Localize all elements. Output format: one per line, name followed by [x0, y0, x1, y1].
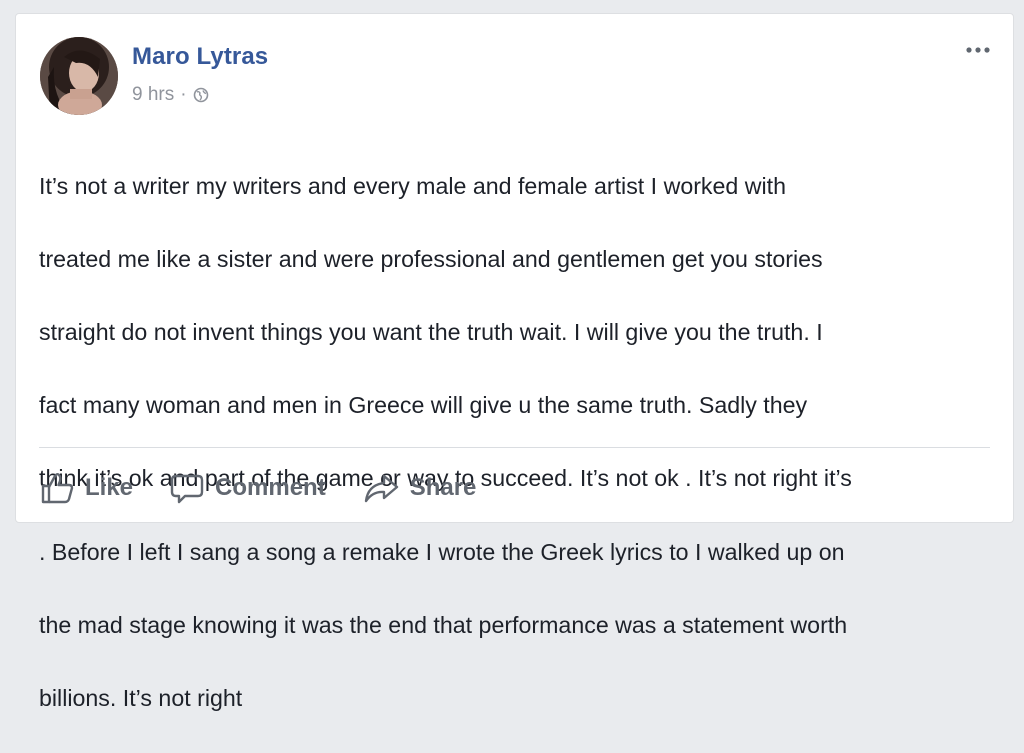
share-button[interactable]: Share [362, 470, 477, 506]
like-button[interactable]: Like [39, 470, 133, 506]
more-options-icon[interactable] [963, 40, 993, 60]
post-text-line: It’s not a writer my writers and every m… [39, 172, 786, 199]
post-text-line: fact many woman and men in Greece will g… [39, 392, 808, 419]
globe-icon[interactable] [193, 87, 209, 103]
comment-icon [169, 470, 205, 506]
post-text-line: treated me like a sister and were profes… [39, 245, 823, 272]
meta-separator: · [180, 84, 187, 105]
post-text-line: the mad stage knowing it was the end tha… [39, 611, 848, 638]
comment-label: Comment [215, 474, 326, 501]
post-text-line: . Before I left I sang a song a remake I… [39, 538, 845, 565]
thumbs-up-icon [39, 470, 75, 506]
share-label: Share [409, 474, 477, 501]
post-card: Maro Lytras 9 hrs · It’s not a writer my… [15, 13, 1014, 711]
avatar[interactable] [40, 37, 118, 115]
like-label: Like [85, 474, 134, 501]
post-text-line: billions. It’s not right [39, 684, 243, 711]
post-text-line: straight do not invent things you want t… [39, 318, 823, 345]
profile-photo [40, 37, 118, 115]
timestamp[interactable]: 9 hrs [132, 84, 174, 106]
share-icon [362, 470, 400, 506]
post-text: It’s not a writer my writers and every m… [39, 131, 999, 753]
post-actions: Like Comment Share [39, 466, 512, 510]
comment-button[interactable]: Comment [169, 470, 326, 506]
post-meta: 9 hrs · [132, 84, 209, 106]
divider [39, 447, 990, 448]
author-name[interactable]: Maro Lytras [132, 43, 268, 71]
